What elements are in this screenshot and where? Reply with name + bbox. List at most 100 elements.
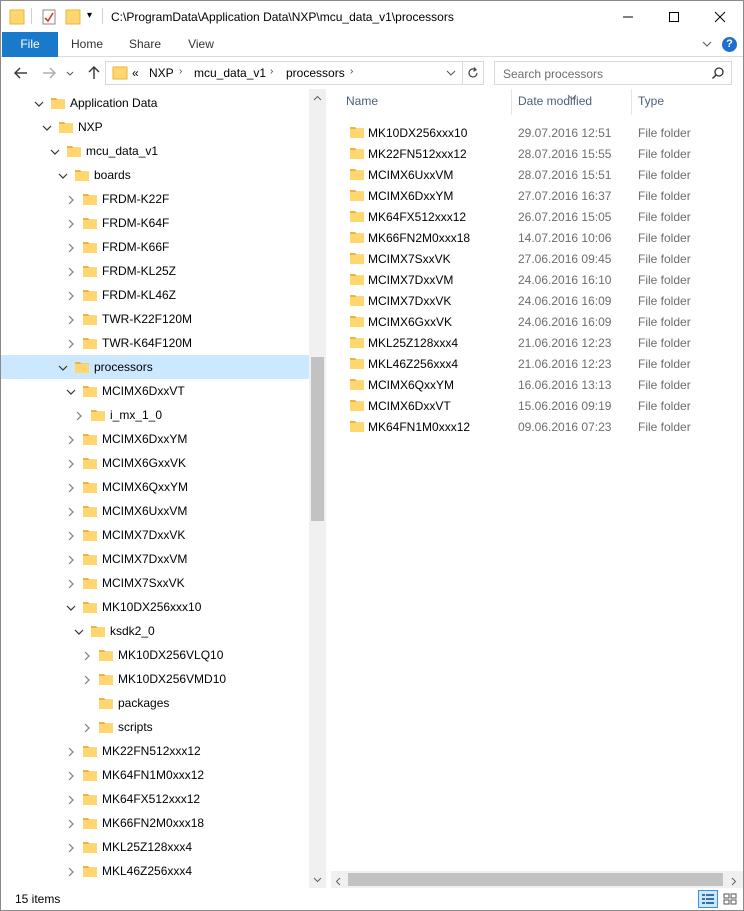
tab-home[interactable]: Home	[63, 32, 111, 57]
chevron-down-icon[interactable]	[66, 386, 76, 396]
tree-item-packages[interactable]: packages	[1, 691, 309, 715]
tree-item-mcimx6qxxym[interactable]: MCIMX6QxxYM	[1, 475, 309, 499]
chevron-right-icon[interactable]	[66, 266, 76, 277]
chevron-right-icon[interactable]	[66, 218, 76, 229]
tree-item-mcimx7sxxvk[interactable]: MCIMX7SxxVK	[1, 571, 309, 595]
tree-scrollbar[interactable]	[309, 89, 326, 888]
chevron-down-icon[interactable]	[74, 626, 84, 636]
tab-view[interactable]: View	[177, 32, 225, 57]
tree-item-frdm-k64f[interactable]: FRDM-K64F	[1, 211, 309, 235]
chevron-right-icon[interactable]	[66, 194, 76, 205]
column-header-name[interactable]: Name	[346, 94, 378, 114]
chevron-right-icon[interactable]	[74, 410, 84, 421]
new-folder-icon[interactable]	[65, 7, 81, 27]
search-input[interactable]: Search processors	[494, 61, 732, 85]
list-item[interactable]: MCIMX6DxxVT 15.06.2016 09:19 File folder	[331, 395, 743, 416]
minimize-icon[interactable]	[605, 1, 651, 32]
tree-item-mcu-data-v1[interactable]: mcu_data_v1	[1, 139, 309, 163]
tree-item-scripts[interactable]: scripts	[1, 715, 309, 739]
tree-item-processors[interactable]: processors	[1, 355, 309, 379]
list-item[interactable]: MCIMX6GxxVK 24.06.2016 16:09 File folder	[331, 311, 743, 332]
tree-item-mk22fn512xxx12[interactable]: MK22FN512xxx12	[1, 739, 309, 763]
recent-locations-icon[interactable]	[64, 64, 76, 82]
list-item[interactable]: MCIMX7SxxVK 27.06.2016 09:45 File folder	[331, 248, 743, 269]
chevron-right-icon[interactable]	[82, 722, 92, 733]
chevron-right-icon[interactable]	[66, 338, 76, 349]
list-horizontal-scrollbar[interactable]	[331, 871, 743, 888]
column-divider[interactable]	[631, 89, 632, 115]
chevron-right-icon[interactable]	[82, 674, 92, 685]
tab-file[interactable]: File	[2, 32, 58, 57]
forward-arrow-icon[interactable]	[40, 64, 58, 82]
list-item[interactable]: MK22FN512xxx12 28.07.2016 15:55 File folde…	[331, 143, 743, 164]
chevron-right-icon[interactable]	[66, 242, 76, 253]
breadcrumb-processors[interactable]: processors	[286, 66, 345, 80]
help-icon[interactable]: ?	[722, 37, 737, 52]
tree-item-mkl46z256xxx4[interactable]: MKL46Z256xxx4	[1, 859, 309, 883]
column-header-type[interactable]: Type	[638, 94, 664, 114]
scroll-right-icon[interactable]	[731, 875, 737, 889]
search-icon[interactable]	[711, 66, 725, 83]
tree-item-frdm-kl46z[interactable]: FRDM-KL46Z	[1, 283, 309, 307]
list-item[interactable]: MCIMX7DxxVM 24.06.2016 16:10 File folder	[331, 269, 743, 290]
breadcrumb-nxp[interactable]: NXP	[149, 66, 174, 80]
scroll-up-icon[interactable]	[309, 89, 326, 106]
tree-item-twr-k64f120m[interactable]: TWR-K64F120M	[1, 331, 309, 355]
address-dropdown-icon[interactable]	[446, 67, 456, 82]
chevron-right-icon[interactable]: ›	[270, 66, 273, 77]
list-item[interactable]: MKL25Z128xxx4 21.06.2016 12:23 File folder	[331, 332, 743, 353]
column-divider[interactable]	[511, 89, 512, 115]
tree-item-mkl25z128xxx4[interactable]: MKL25Z128xxx4	[1, 835, 309, 859]
chevron-right-icon[interactable]	[66, 794, 76, 805]
details-view-icon[interactable]	[698, 890, 718, 908]
chevron-down-icon[interactable]	[66, 602, 76, 612]
chevron-down-icon[interactable]	[34, 98, 44, 108]
tree-item-mcimx6gxxvk[interactable]: MCIMX6GxxVK	[1, 451, 309, 475]
tree-item-frdm-k22f[interactable]: FRDM-K22F	[1, 187, 309, 211]
list-item[interactable]: MK10DX256xxx10 29.07.2016 12:51 File folde…	[331, 122, 743, 143]
tree-item-mk64fx512xxx12[interactable]: MK64FX512xxx12	[1, 787, 309, 811]
scrollbar-thumb[interactable]	[311, 357, 324, 521]
chevron-right-icon[interactable]	[66, 314, 76, 325]
tree-item-twr-k22f120m[interactable]: TWR-K22F120M	[1, 307, 309, 331]
chevron-right-icon[interactable]	[66, 746, 76, 757]
tree-item-nxp[interactable]: NXP	[1, 115, 309, 139]
tree-item-mk10dx256vlq10[interactable]: MK10DX256VLQ10	[1, 643, 309, 667]
chevron-right-icon[interactable]	[82, 650, 92, 661]
tree-item-mcimx6uxxvm[interactable]: MCIMX6UxxVM	[1, 499, 309, 523]
chevron-right-icon[interactable]	[66, 290, 76, 301]
chevron-right-icon[interactable]	[66, 578, 76, 589]
chevron-right-icon[interactable]	[66, 842, 76, 853]
chevron-right-icon[interactable]	[66, 458, 76, 469]
breadcrumb-overflow[interactable]: «	[132, 66, 139, 80]
up-arrow-icon[interactable]	[85, 64, 103, 82]
tree-item-frdm-k66f[interactable]: FRDM-K66F	[1, 235, 309, 259]
chevron-right-icon[interactable]: ›	[350, 66, 353, 77]
chevron-right-icon[interactable]	[66, 866, 76, 877]
chevron-right-icon[interactable]	[66, 482, 76, 493]
close-icon[interactable]	[697, 1, 743, 32]
large-icons-view-icon[interactable]	[720, 890, 740, 908]
folder-icon[interactable]	[9, 7, 25, 27]
breadcrumb-mcu-data-v1[interactable]: mcu_data_v1	[194, 66, 266, 80]
list-item[interactable]: MKL46Z256xxx4 21.06.2016 12:23 File folder	[331, 353, 743, 374]
list-item[interactable]: MK64FN1M0xxx12 09.06.2016 07:23 File folde…	[331, 416, 743, 437]
tree-item-mcimx6dxxvt[interactable]: MCIMX6DxxVT	[1, 379, 309, 403]
chevron-right-icon[interactable]	[66, 530, 76, 541]
tree-item-mk10dx256xxx10[interactable]: MK10DX256xxx10	[1, 595, 309, 619]
tree-item-mk66fn2m0xxx18[interactable]: MK66FN2M0xxx18	[1, 811, 309, 835]
properties-icon[interactable]	[41, 7, 57, 27]
tree-item-ksdk2-0[interactable]: ksdk2_0	[1, 619, 309, 643]
tree-item-application-data[interactable]: Application Data	[1, 91, 309, 115]
tree-item-mk64fn1m0xxx12[interactable]: MK64FN1M0xxx12	[1, 763, 309, 787]
scrollbar-thumb[interactable]	[348, 873, 723, 886]
chevron-right-icon[interactable]: ›	[179, 66, 182, 77]
chevron-right-icon[interactable]	[66, 554, 76, 565]
list-item[interactable]: MK66FN2M0xxx18 14.07.2016 10:06 File folde…	[331, 227, 743, 248]
tree-item-frdm-kl25z[interactable]: FRDM-KL25Z	[1, 259, 309, 283]
list-item[interactable]: MCIMX6QxxYM 16.06.2016 13:13 File folder	[331, 374, 743, 395]
list-item[interactable]: MCIMX7DxxVK 24.06.2016 16:09 File folder	[331, 290, 743, 311]
chevron-right-icon[interactable]	[66, 770, 76, 781]
tab-share[interactable]: Share	[121, 32, 169, 57]
chevron-down-icon[interactable]	[50, 146, 60, 156]
